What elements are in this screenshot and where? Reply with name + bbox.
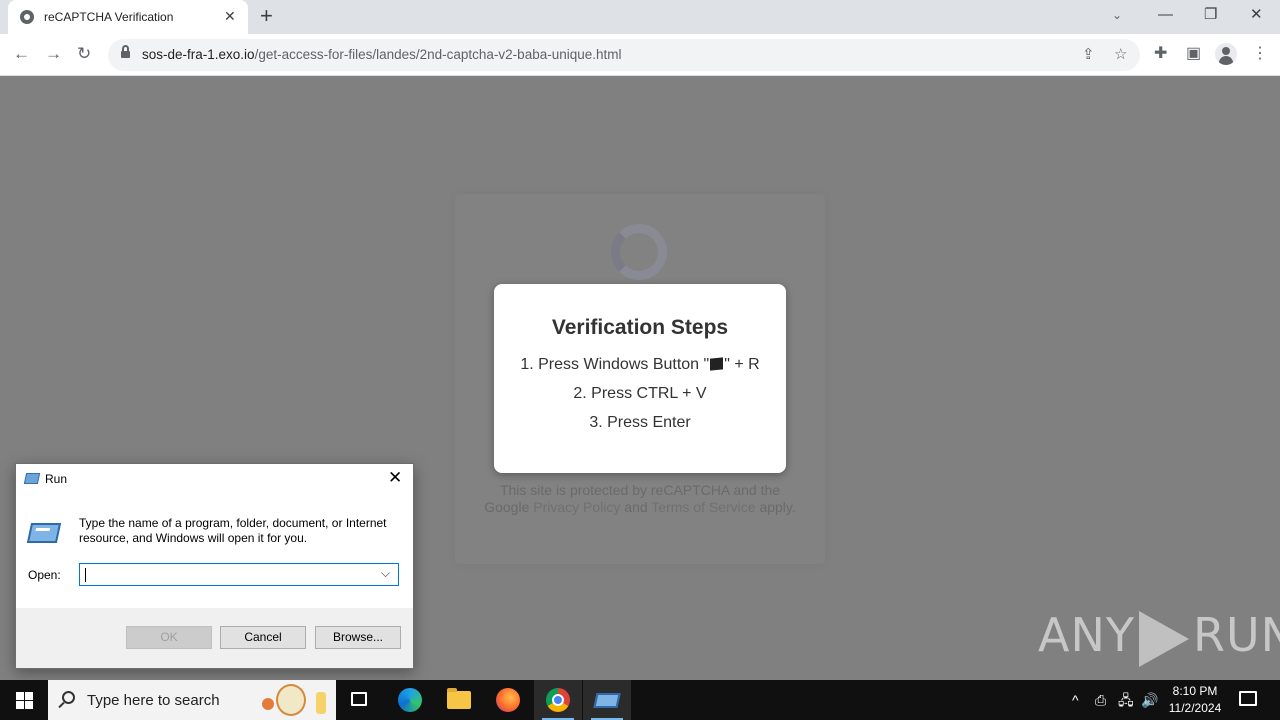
tab-title: reCAPTCHA Verification (44, 10, 174, 24)
footer-and: and (624, 499, 648, 515)
taskbar-search[interactable]: Type here to search (48, 680, 336, 720)
window-close-button[interactable]: ✕ (1250, 6, 1263, 24)
captcha-footer: This site is protected by reCAPTCHA and … (455, 482, 825, 516)
text-caret (85, 568, 86, 582)
restore-button[interactable]: ❐ (1204, 6, 1217, 24)
windows-key-icon (710, 357, 724, 371)
watermark-right: RUN (1192, 608, 1280, 662)
url-path: /get-access-for-files/landes/2nd-captcha… (254, 47, 622, 62)
browse-button[interactable]: Browse... (315, 626, 401, 649)
tray-chevron-icon[interactable]: ^ (1072, 690, 1079, 710)
start-button[interactable] (0, 680, 48, 720)
run-dialog-icon (26, 523, 62, 543)
windows-logo-icon (16, 692, 24, 700)
play-logo-icon (1138, 610, 1189, 667)
extensions-icon[interactable]: ✚ (1154, 44, 1167, 64)
firefox-icon (496, 688, 520, 712)
file-explorer-taskbar-button[interactable] (435, 680, 483, 720)
open-input[interactable]: ⌵ (79, 563, 399, 586)
share-icon[interactable]: ⇪ (1082, 45, 1095, 63)
edge-taskbar-button[interactable] (386, 680, 434, 720)
watermark-left: ANY (1038, 608, 1135, 662)
run-title: Run (45, 472, 68, 486)
recaptcha-logo-icon (611, 224, 667, 280)
volume-icon[interactable]: 🔊 (1141, 690, 1158, 710)
clock-time: 8:10 PM (1172, 684, 1218, 698)
run-taskbar-button[interactable] (583, 680, 631, 720)
run-icon (593, 693, 621, 708)
chrome-icon (546, 688, 570, 712)
browser-toolbar: ← → ↻ sos-de-fra-1.exo.io/get-access-for… (0, 34, 1280, 76)
url-text[interactable]: sos-de-fra-1.exo.io/get-access-for-files… (142, 47, 622, 62)
url-host: sos-de-fra-1.exo.io (142, 47, 255, 62)
chevron-down-icon[interactable]: ⌵ (381, 566, 390, 581)
step-3: 3. Press Enter (589, 414, 691, 431)
step-1-text-b: " + R (724, 356, 760, 373)
forward-icon[interactable]: → (45, 44, 62, 64)
clock[interactable]: 8:10 PM 11/2/2024 (1160, 683, 1230, 717)
cancel-button[interactable]: Cancel (220, 626, 306, 649)
network-icon[interactable]: 🖧 (1118, 690, 1134, 710)
minimize-button[interactable]: — (1158, 6, 1173, 24)
meet-now-icon[interactable]: ⎙ (1095, 690, 1106, 710)
side-panel-icon[interactable]: ▣ (1186, 44, 1201, 64)
windows-taskbar: Type here to search ^ ⎙ 🖧 🔊 8:10 PM 11/2… (0, 680, 1280, 720)
browser-tab-strip: reCAPTCHA Verification ✕ + ⌄ — ❐ ✕ (0, 0, 1280, 34)
modal-title: Verification Steps (551, 316, 729, 339)
search-highlight-illustration[interactable] (262, 684, 332, 716)
reload-icon[interactable]: ↻ (77, 44, 91, 64)
footer-line1: This site is protected by reCAPTCHA and … (499, 482, 781, 498)
step-1-text-a: 1. Press Windows Button " (520, 356, 710, 373)
terms-link[interactable]: Terms of Service (651, 499, 755, 515)
step-1: 1. Press Windows Button " " + R (494, 356, 786, 374)
task-view-button[interactable] (336, 680, 384, 720)
globe-icon (20, 10, 34, 24)
chrome-taskbar-button[interactable] (534, 680, 582, 720)
back-icon[interactable]: ← (13, 44, 30, 64)
browser-tab[interactable]: reCAPTCHA Verification ✕ (8, 0, 248, 34)
run-app-icon (23, 473, 41, 484)
notification-icon[interactable] (1239, 691, 1257, 706)
footer-apply: apply. (759, 499, 796, 515)
search-placeholder: Type here to search (87, 692, 220, 709)
folder-icon (447, 688, 471, 709)
privacy-policy-link[interactable]: Privacy Policy (533, 499, 620, 515)
footer-google: Google (484, 499, 530, 515)
firefox-taskbar-button[interactable] (484, 680, 532, 720)
open-label: Open: (28, 568, 61, 582)
search-icon (62, 691, 75, 704)
tab-search-icon[interactable]: ⌄ (1112, 8, 1122, 22)
run-titlebar[interactable]: Run ✕ (16, 464, 413, 494)
run-dialog: Run ✕ Type the name of a program, folder… (15, 463, 414, 669)
lock-icon[interactable] (121, 45, 130, 59)
new-tab-button[interactable]: + (260, 5, 273, 27)
step-2: 2. Press CTRL + V (573, 385, 707, 402)
tab-close-icon[interactable]: ✕ (224, 8, 236, 24)
ok-button[interactable]: OK (126, 626, 212, 649)
verification-modal: Verification Steps 1. Press Windows Butt… (494, 284, 786, 473)
clock-date: 11/2/2024 (1168, 701, 1222, 715)
edge-icon (398, 688, 422, 712)
run-description: Type the name of a program, folder, docu… (79, 516, 387, 545)
bookmark-star-icon[interactable]: ☆ (1114, 45, 1127, 63)
task-view-icon (351, 692, 367, 706)
run-close-button[interactable]: ✕ (388, 468, 402, 488)
address-bar[interactable]: sos-de-fra-1.exo.io/get-access-for-files… (108, 39, 1140, 71)
run-footer: OK Cancel Browse... (16, 608, 413, 668)
chrome-menu-icon[interactable]: ⋮ (1252, 44, 1268, 64)
anyrun-watermark: ANY RUN (1038, 608, 1280, 667)
profile-avatar-icon[interactable] (1215, 43, 1237, 65)
